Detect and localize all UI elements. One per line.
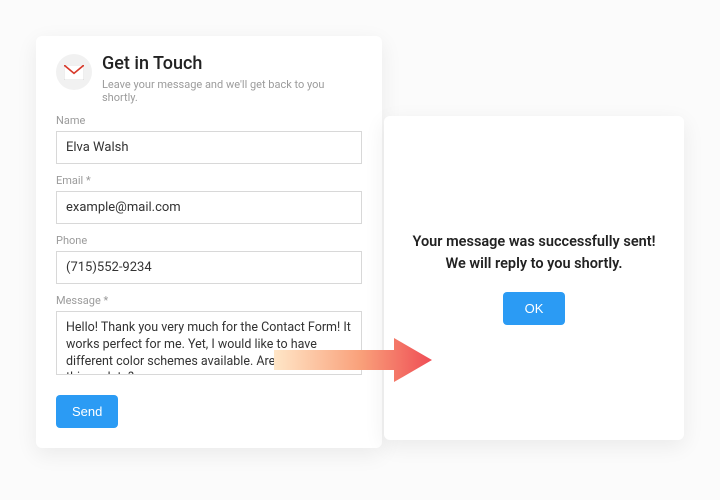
confirmation-card: Your message was successfully sent! We w… — [384, 116, 684, 440]
message-label: Message * — [56, 294, 362, 307]
phone-label: Phone — [56, 234, 362, 247]
contact-form-card: Get in Touch Leave your message and we'l… — [36, 36, 382, 448]
ok-button[interactable]: OK — [503, 292, 566, 325]
mail-icon — [56, 54, 92, 90]
form-subtitle: Leave your message and we'll get back to… — [102, 78, 362, 104]
confirmation-text: Your message was successfully sent! We w… — [412, 231, 656, 273]
form-header: Get in Touch Leave your message and we'l… — [56, 54, 362, 104]
transition-arrow-icon — [274, 336, 434, 384]
name-input[interactable] — [56, 131, 362, 164]
email-input[interactable] — [56, 191, 362, 224]
send-button[interactable]: Send — [56, 395, 118, 428]
form-title: Get in Touch — [102, 54, 362, 74]
name-label: Name — [56, 114, 362, 127]
email-label: Email * — [56, 174, 362, 187]
phone-input[interactable] — [56, 251, 362, 284]
